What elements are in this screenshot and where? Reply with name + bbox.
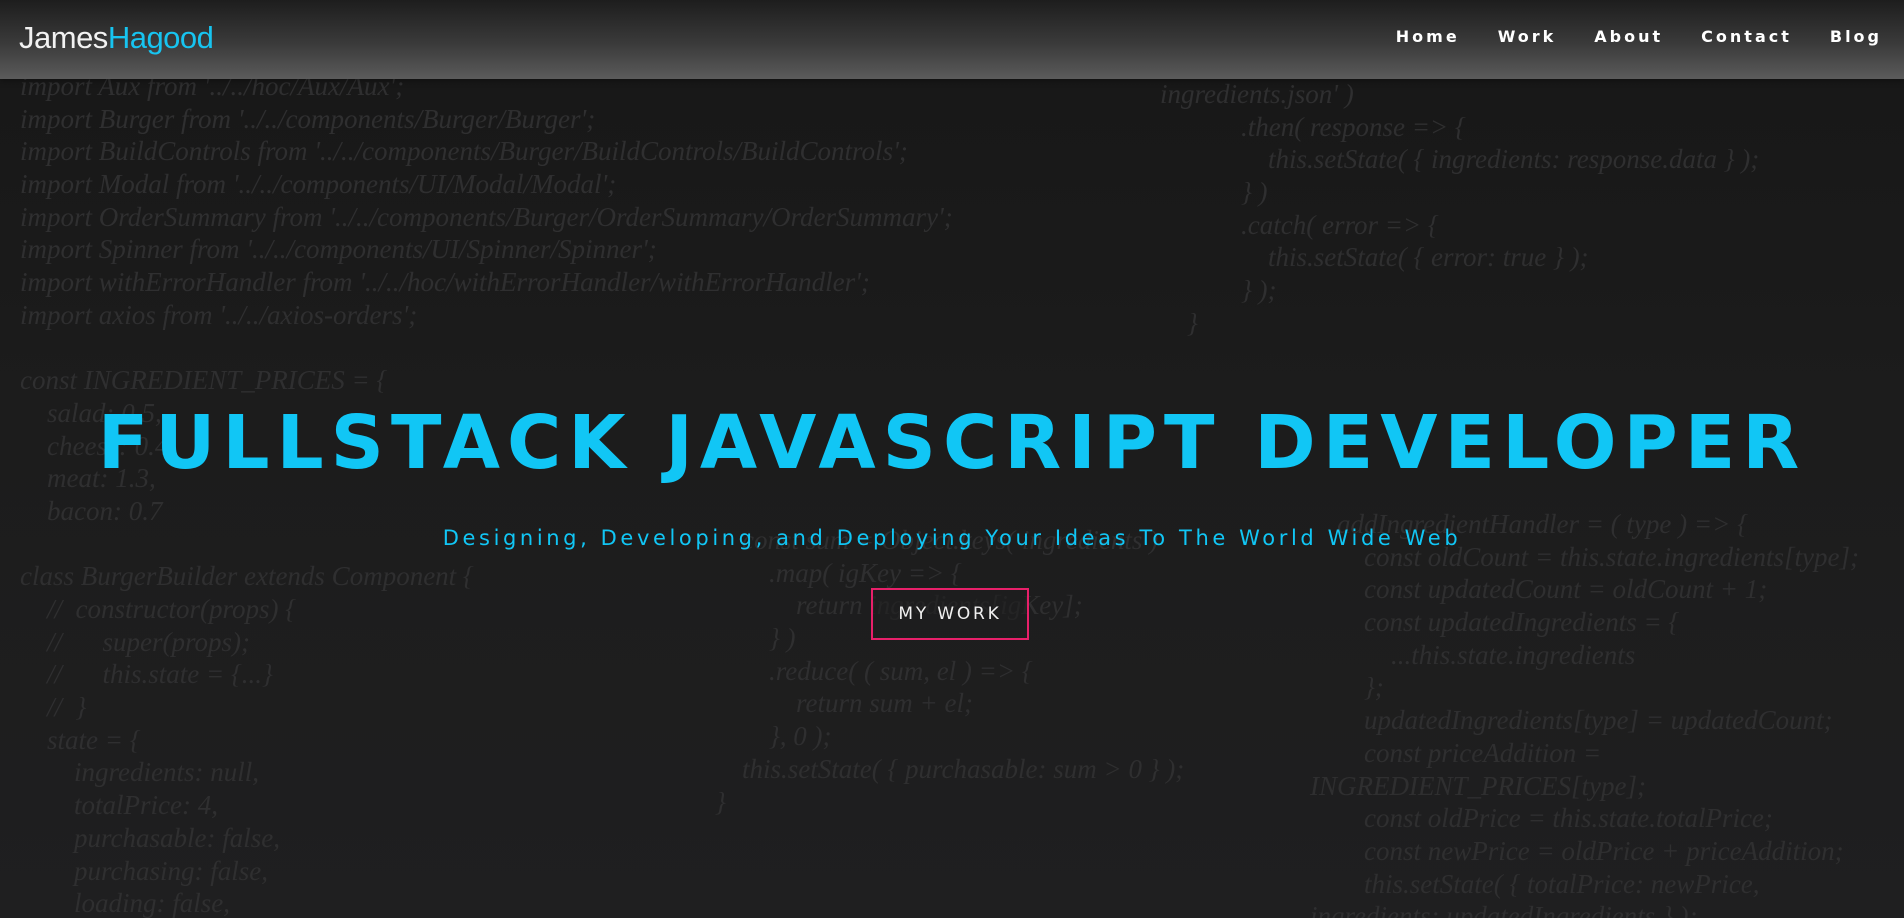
page: import Aux from '../../hoc/Aux/Aux'; impo…	[0, 0, 1904, 918]
hero-title: FULLSTACK JAVASCRIPT DEVELOPER	[97, 400, 1807, 486]
code-line: class BurgerBuilder extends Component {	[20, 561, 474, 592]
code-line: const priceAddition =	[1310, 737, 1602, 768]
code-line: const newPrice = oldPrice + priceAdditio…	[1310, 835, 1844, 866]
nav-link-about[interactable]: About	[1594, 27, 1663, 46]
code-line: const INGREDIENT_PRICES = {	[20, 365, 388, 396]
code-line: import withErrorHandler from '../../hoc/…	[20, 267, 870, 298]
code-line: INGREDIENT_PRICES[type];	[1310, 770, 1646, 801]
code-line: .then( response => {	[1160, 111, 1466, 142]
code-line: } );	[1160, 275, 1277, 306]
code-line: }	[715, 786, 726, 817]
brand-first-name: James	[19, 20, 108, 55]
my-work-button[interactable]: MY WORK	[871, 588, 1029, 640]
code-line: updatedIngredients[type] = updatedCount;	[1310, 705, 1833, 736]
nav-link-contact[interactable]: Contact	[1701, 27, 1792, 46]
nav-link-home[interactable]: Home	[1396, 27, 1460, 46]
brand-logo[interactable]: JamesHagood	[19, 18, 214, 58]
code-line: import OrderSummary from '../../componen…	[20, 201, 953, 232]
code-line: ingredients: updatedIngredients } );	[1310, 901, 1698, 918]
code-line: .reduce( ( sum, el ) => {	[715, 655, 1033, 686]
code-line: ...this.state.ingredients	[1310, 639, 1636, 670]
code-line: // }	[20, 692, 87, 723]
code-line: ingredients.json' )	[1160, 79, 1354, 109]
code-line: const oldPrice = this.state.totalPrice;	[1310, 803, 1773, 834]
code-line: }	[1160, 307, 1198, 338]
code-line: return sum + el;	[715, 688, 973, 719]
code-line: state = {	[20, 724, 141, 755]
code-line: ingredients: null,	[20, 757, 259, 788]
code-column-bottom-right: addIngredientHandler = ( type ) => { con…	[1310, 508, 1859, 918]
code-column-left: import Aux from '../../hoc/Aux/Aux'; impo…	[20, 70, 953, 918]
code-line: bacon: 0.7	[20, 495, 163, 526]
code-line: totalPrice: 4,	[20, 790, 218, 821]
nav-menu: Home Work About Contact Blog	[1358, 27, 1882, 46]
code-line: this.setState( { totalPrice: newPrice,	[1310, 868, 1760, 899]
code-line: // this.state = {...}	[20, 659, 273, 690]
code-line: }, 0 );	[715, 721, 832, 752]
code-line: import Modal from '../../components/UI/M…	[20, 169, 617, 200]
nav-link-work[interactable]: Work	[1498, 27, 1557, 46]
code-line: this.setState( { purchasable: sum > 0 } …	[715, 753, 1185, 784]
hero-subtitle: Designing, Developing, and Deploying You…	[442, 526, 1462, 550]
code-line: .catch( error => {	[1160, 209, 1439, 240]
code-line: this.setState( { ingredients: response.d…	[1160, 144, 1760, 175]
code-line: };	[1310, 672, 1384, 703]
code-line: const updatedIngredients = {	[1310, 607, 1680, 638]
brand-last-name: Hagood	[107, 20, 214, 55]
code-line: import Burger from '../../components/Bur…	[20, 103, 596, 134]
code-line: purchasable: false,	[20, 822, 280, 853]
code-line: import BuildControls from '../../compone…	[20, 136, 908, 167]
code-column-middle: const sum = Object.keys( ingredients ) .…	[715, 524, 1184, 818]
code-line: purchasing: false,	[20, 855, 268, 886]
code-column-top-right: ingredients.json' ) .then( response => {…	[1160, 78, 1759, 340]
code-line: import Spinner from '../../components/UI…	[20, 234, 657, 265]
code-line: const updatedCount = oldCount + 1;	[1310, 574, 1768, 605]
code-line: // constructor(props) {	[20, 594, 297, 624]
code-line: // super(props);	[20, 626, 250, 657]
navbar: JamesHagood Home Work About Contact Blog	[0, 0, 1904, 79]
nav-link-blog[interactable]: Blog	[1830, 27, 1882, 46]
code-line: loading: false,	[20, 888, 230, 918]
code-line: this.setState( { error: true } );	[1160, 242, 1589, 273]
code-line: .map( igKey => {	[715, 557, 962, 588]
code-line: import axios from '../../axios-orders';	[20, 299, 418, 330]
code-line: } )	[1160, 177, 1268, 208]
